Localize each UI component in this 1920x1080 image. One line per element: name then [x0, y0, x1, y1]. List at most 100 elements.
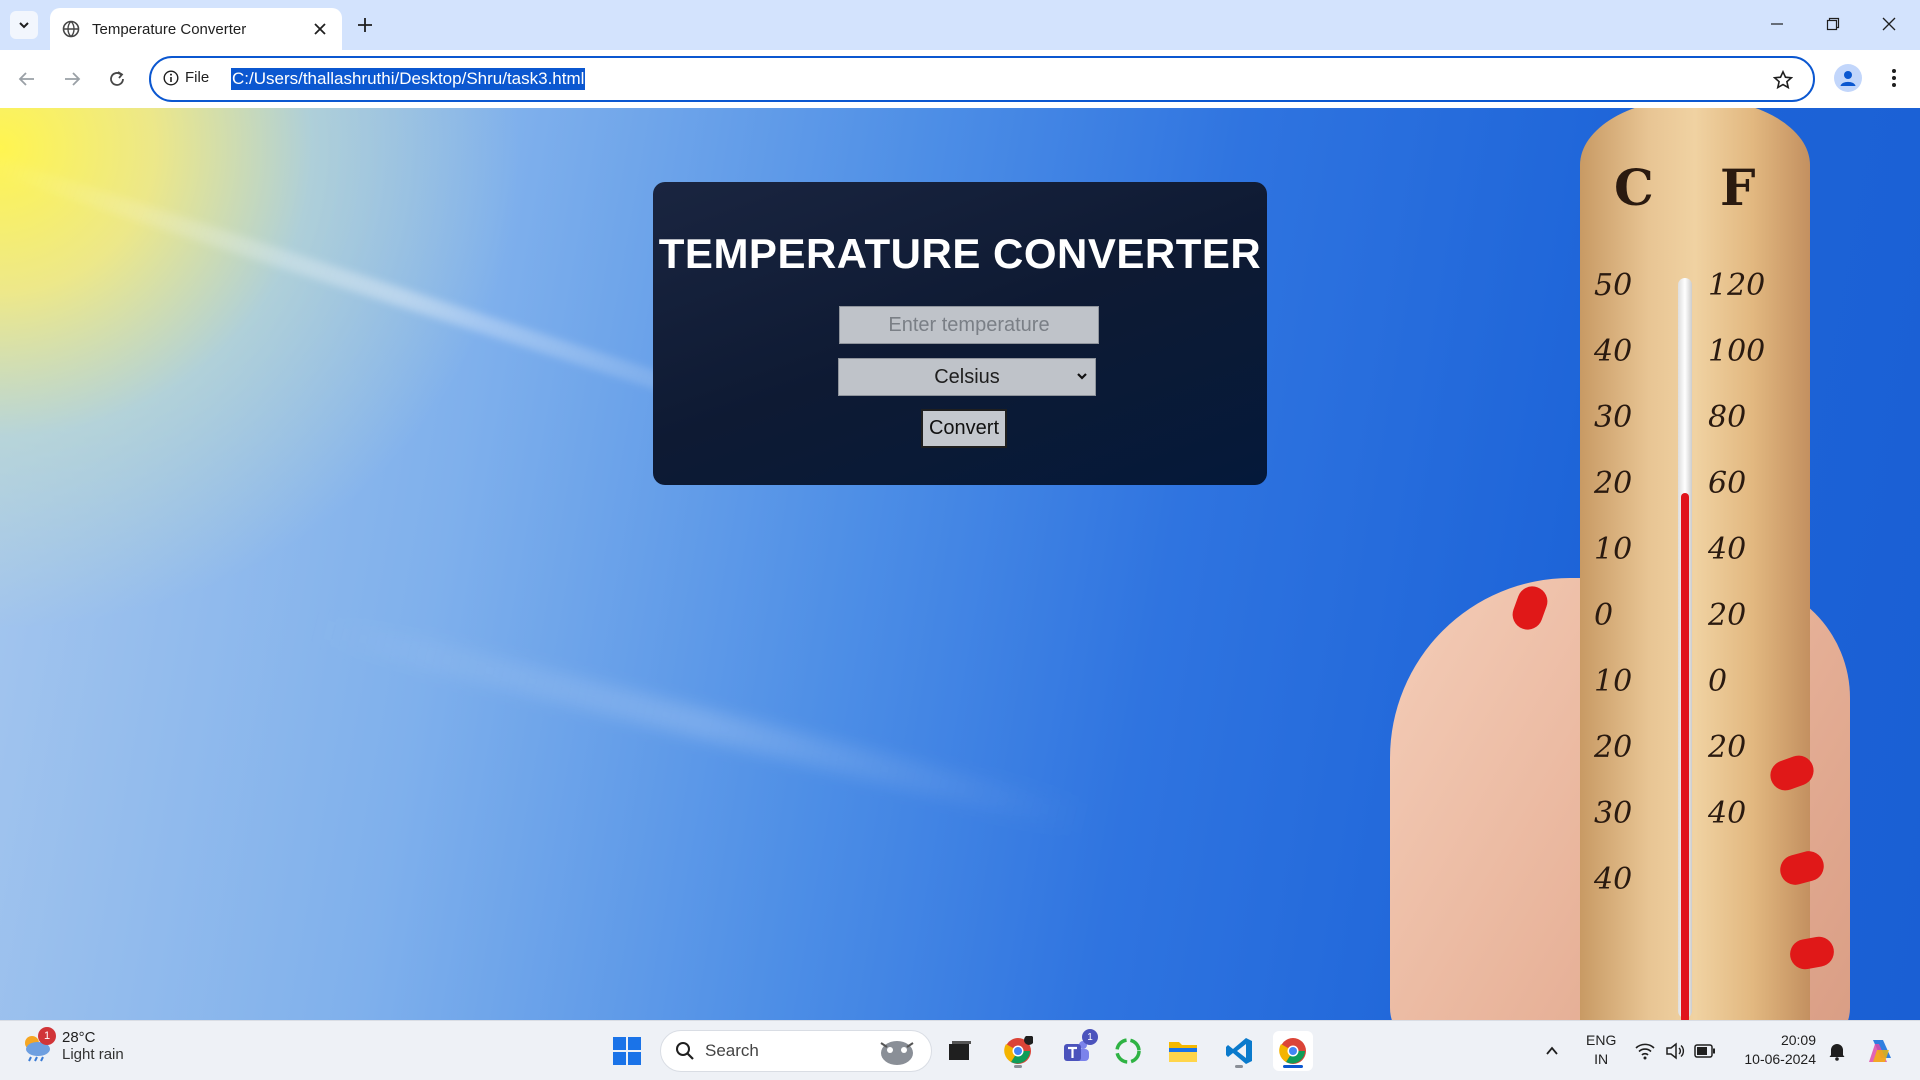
info-icon: [163, 69, 179, 86]
page-viewport: C F 50 40 30 20 10 0 10 20 30 40 120 100…: [0, 108, 1920, 1020]
profile-avatar[interactable]: [1834, 64, 1862, 92]
volume-button[interactable]: [1660, 1031, 1690, 1071]
fahrenheit-unit-label: F: [1720, 158, 1756, 217]
restore-icon: [1826, 17, 1840, 31]
taskbar-search[interactable]: Search: [660, 1030, 932, 1072]
windows-icon: [613, 1037, 641, 1065]
celsius-tick: 40: [1594, 862, 1633, 897]
celsius-unit-label: C: [1614, 158, 1654, 217]
globe-icon: [62, 20, 80, 38]
close-window-button[interactable]: [1866, 8, 1912, 40]
chrome-icon: [1004, 1036, 1033, 1064]
scheme-label: File: [185, 69, 210, 86]
celsius-tick: 10: [1594, 664, 1633, 699]
start-button[interactable]: [607, 1031, 647, 1071]
url-text[interactable]: C:/Users/thallashruthi/Desktop/Shru/task…: [231, 68, 586, 90]
address-bar[interactable]: File C:/Users/thallashruthi/Desktop/Shru…: [149, 56, 1815, 102]
plus-icon: [358, 18, 372, 32]
search-highlight-icon: [880, 1041, 914, 1065]
language-secondary: IN: [1594, 1051, 1609, 1067]
background-light-streak: [308, 611, 1092, 835]
arrow-right-icon: [65, 72, 81, 86]
close-icon: [1882, 17, 1896, 31]
bell-icon: [1829, 1044, 1845, 1061]
minimize-icon: [1771, 23, 1783, 25]
notifications-button[interactable]: [1820, 1031, 1854, 1071]
taskbar-vscode[interactable]: [1219, 1031, 1259, 1071]
system-clock[interactable]: 20:09 10-06-2024: [1736, 1031, 1816, 1069]
weather-widget[interactable]: 1 28°C Light rain: [20, 1027, 124, 1063]
taskbar-teams[interactable]: 1: [1056, 1029, 1098, 1071]
task-view-button[interactable]: [940, 1031, 980, 1071]
tab-title: Temperature Converter: [92, 20, 247, 38]
taskbar-file-explorer[interactable]: [1163, 1031, 1203, 1071]
thermometer-image: C F 50 40 30 20 10 0 10 20 30 40 120 100…: [1580, 108, 1810, 1020]
clock-time: 20:09: [1780, 1032, 1816, 1048]
temperature-input[interactable]: [839, 306, 1099, 344]
browser-tab[interactable]: Temperature Converter: [50, 8, 342, 50]
reload-button[interactable]: [102, 64, 132, 94]
unit-select-value: Celsius: [934, 365, 1000, 388]
copilot-icon: [1869, 1040, 1891, 1062]
star-icon: [1773, 70, 1793, 90]
close-tab-icon[interactable]: [310, 19, 330, 39]
folder-icon: [1169, 1042, 1197, 1062]
fahrenheit-tick: 0: [1708, 664, 1728, 699]
celsius-scale: 50 40 30 20 10 0 10 20 30 40: [1594, 268, 1632, 928]
fahrenheit-tick: 60: [1708, 466, 1747, 501]
celsius-tick: 10: [1594, 532, 1633, 567]
browser-menu-button[interactable]: [1880, 64, 1908, 92]
reload-icon: [110, 71, 124, 86]
wifi-button[interactable]: [1630, 1031, 1660, 1071]
forward-button[interactable]: [57, 64, 87, 94]
speaker-icon: [1666, 1042, 1685, 1060]
vscode-icon: [1226, 1038, 1252, 1064]
taskbar-chrome-profile[interactable]: [998, 1031, 1038, 1071]
converter-card: TEMPERATURE CONVERTER Celsius Convert: [653, 182, 1267, 485]
language-primary: ENG: [1586, 1032, 1617, 1048]
wifi-icon: [1635, 1043, 1655, 1060]
celsius-tick: 40: [1594, 334, 1633, 369]
tab-search-button[interactable]: [10, 11, 38, 39]
fahrenheit-tick: 20: [1708, 598, 1747, 633]
celsius-tick: 30: [1594, 400, 1633, 435]
unit-select[interactable]: Celsius: [838, 358, 1096, 396]
chevron-down-icon: [19, 22, 29, 29]
task-view-icon: [949, 1041, 971, 1060]
new-tab-button[interactable]: [352, 12, 378, 38]
language-indicator[interactable]: ENG IN: [1586, 1031, 1616, 1069]
copilot-button[interactable]: [1860, 1031, 1900, 1071]
background-thermometer-image: C F 50 40 30 20 10 0 10 20 30 40 120 100…: [1380, 108, 1920, 1020]
fahrenheit-scale: 120 100 80 60 40 20 0 20 40: [1708, 268, 1765, 862]
chrome-icon: [1279, 1038, 1306, 1064]
site-info-button[interactable]: File: [163, 69, 209, 86]
weather-rain-icon: 1: [20, 1027, 56, 1063]
bookmark-button[interactable]: [1771, 68, 1795, 92]
search-label: Search: [705, 1041, 759, 1060]
battery-button[interactable]: [1690, 1031, 1720, 1071]
page-title: TEMPERATURE CONVERTER: [658, 230, 1262, 277]
running-indicator: [1235, 1065, 1243, 1068]
celsius-tick: 30: [1594, 796, 1633, 831]
show-hidden-icons-button[interactable]: [1532, 1031, 1572, 1071]
restore-button[interactable]: [1810, 8, 1856, 40]
celsius-tick: 50: [1594, 268, 1633, 303]
thermometer-mercury: [1681, 493, 1689, 1020]
fahrenheit-tick: 20: [1708, 730, 1747, 765]
more-vert-icon: [1892, 69, 1896, 87]
taskbar-app-green[interactable]: [1108, 1031, 1148, 1071]
battery-icon: [1694, 1044, 1715, 1058]
back-button[interactable]: [12, 64, 42, 94]
convert-button[interactable]: Convert: [921, 409, 1007, 448]
celsius-tick: 20: [1594, 730, 1633, 765]
minimize-button[interactable]: [1754, 8, 1800, 40]
fahrenheit-tick: 40: [1708, 532, 1747, 567]
taskbar-chrome[interactable]: [1273, 1031, 1313, 1071]
arrow-left-icon: [18, 72, 34, 86]
fahrenheit-tick: 80: [1708, 400, 1747, 435]
chevron-down-icon: [1077, 373, 1087, 380]
running-indicator: [1014, 1065, 1022, 1068]
fahrenheit-tick: 40: [1708, 796, 1747, 831]
celsius-tick: 20: [1594, 466, 1633, 501]
fahrenheit-tick: 100: [1708, 334, 1766, 369]
